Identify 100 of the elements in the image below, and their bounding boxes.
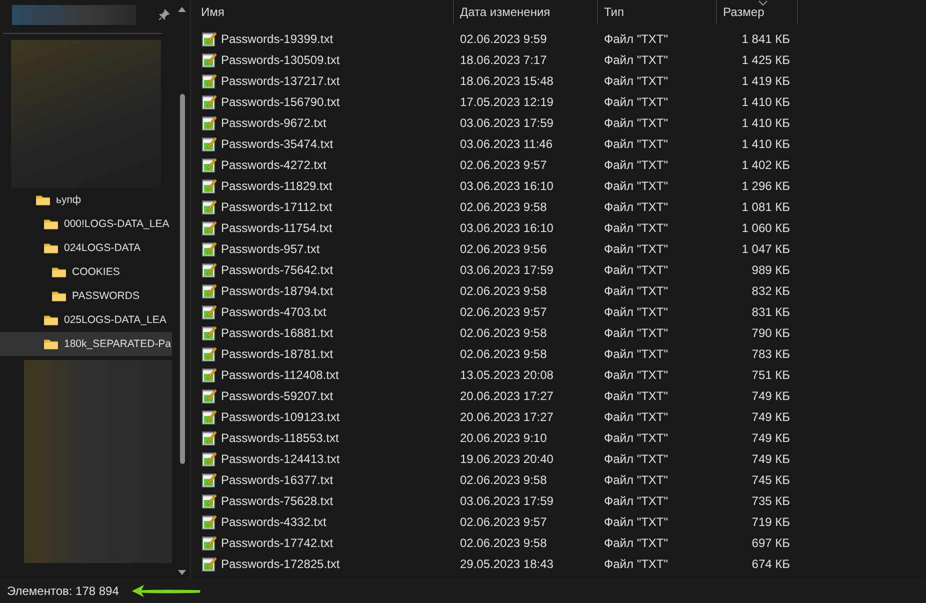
- size-cell-text: 749 КБ: [750, 452, 791, 466]
- notepad-icon: [201, 492, 217, 508]
- file-row[interactable]: Passwords-124413.txt 19.06.2023 20:40 Файл "TXT" 749 КБ: [199, 448, 926, 469]
- scroll-up-icon[interactable]: [178, 6, 186, 12]
- notepad-icon: [201, 388, 217, 404]
- date-cell-text: 03.06.2023 17:59: [459, 116, 554, 130]
- folder-tree-item[interactable]: 024LOGS-DATA: [0, 236, 172, 260]
- notepad-icon: [201, 282, 217, 298]
- folder-tree-item[interactable]: PASSWORDS: [0, 284, 172, 308]
- folder-icon: [43, 314, 59, 326]
- folder-tree-item[interactable]: COOKIES: [0, 260, 172, 284]
- file-row[interactable]: Passwords-4332.txt 02.06.2023 9:57 Файл "TXT" 719 КБ: [199, 511, 926, 532]
- notepad-icon: [201, 72, 217, 88]
- file-name: Passwords-75628.txt: [221, 494, 334, 508]
- file-row[interactable]: Passwords-16377.txt 02.06.2023 9:58 Файл "TXT" 745 КБ: [199, 469, 926, 490]
- file-row[interactable]: Passwords-18794.txt 02.06.2023 9:58 Файл "TXT" 832 КБ: [199, 280, 926, 301]
- size-cell-text: 989 КБ: [750, 262, 791, 276]
- column-header[interactable]: Размер: [717, 0, 798, 24]
- notepad-icon: [201, 534, 217, 550]
- type-cell-text: Файл "TXT": [603, 346, 670, 360]
- type-cell-text: Файл "TXT": [603, 494, 670, 508]
- file-row[interactable]: Passwords-172825.txt 29.05.2023 18:43 Файл "TXT" 674 КБ: [199, 553, 926, 574]
- scrollbar[interactable]: [178, 6, 186, 576]
- folder-tree-item[interactable]: 025LOGS-DATA_LEA: [0, 308, 172, 332]
- file-row[interactable]: Passwords-11754.txt 03.06.2023 16:10 Файл "TXT" 1 060 КБ: [199, 217, 926, 238]
- file-row[interactable]: Passwords-9672.txt 03.06.2023 17:59 Файл "TXT" 1 410 КБ: [199, 112, 926, 133]
- item-count: Элементов: 178 894: [7, 584, 119, 598]
- notepad-icon: [201, 52, 217, 68]
- column-header[interactable]: Дата изменения: [454, 0, 598, 24]
- type-cell-text: Файл "TXT": [603, 514, 670, 528]
- size-cell-text: 745 КБ: [750, 472, 791, 486]
- file-name: Passwords-75642.txt: [221, 262, 334, 276]
- column-header[interactable]: Имя: [199, 0, 454, 24]
- file-name: Passwords-172825.txt: [221, 556, 340, 570]
- date-cell-text: 02.06.2023 9:57: [459, 514, 548, 528]
- type-cell-text: Файл "TXT": [603, 74, 670, 88]
- scroll-down-icon[interactable]: [178, 570, 186, 576]
- folder-tree-item[interactable]: ьупф: [0, 188, 172, 212]
- file-row[interactable]: Passwords-75642.txt 03.06.2023 17:59 Файл "TXT" 989 КБ: [199, 259, 926, 280]
- file-name: Passwords-4332.txt: [221, 514, 326, 528]
- file-row[interactable]: Passwords-4272.txt 02.06.2023 9:57 Файл "TXT" 1 402 КБ: [199, 154, 926, 175]
- file-row[interactable]: Passwords-118553.txt 20.06.2023 9:10 Файл "TXT" 749 КБ: [199, 427, 926, 448]
- file-row[interactable]: Passwords-109123.txt 20.06.2023 17:27 Файл "TXT" 749 КБ: [199, 406, 926, 427]
- type-cell-text: Файл "TXT": [603, 158, 670, 172]
- notepad-icon: [201, 408, 217, 424]
- type-cell-text: Файл "TXT": [603, 262, 670, 276]
- file-row[interactable]: Passwords-17742.txt 02.06.2023 9:58 Файл "TXT" 697 КБ: [199, 532, 926, 553]
- notepad-icon: [201, 430, 217, 446]
- notepad-icon: [201, 240, 217, 256]
- date-cell-text: 02.06.2023 9:56: [459, 242, 548, 256]
- date-cell-text: 02.06.2023 9:58: [459, 536, 548, 550]
- size-cell-text: 1 410 КБ: [740, 136, 791, 150]
- type-cell-text: Файл "TXT": [603, 242, 670, 256]
- file-row[interactable]: Passwords-112408.txt 13.05.2023 20:08 Файл "TXT" 751 КБ: [199, 364, 926, 385]
- type-cell-text: Файл "TXT": [603, 220, 670, 234]
- size-cell-text: 751 КБ: [750, 368, 791, 382]
- file-row[interactable]: Passwords-75628.txt 03.06.2023 17:59 Файл "TXT" 735 КБ: [199, 490, 926, 511]
- file-row[interactable]: Passwords-156790.txt 17.05.2023 12:19 Файл "TXT" 1 410 КБ: [199, 91, 926, 112]
- file-row[interactable]: Passwords-59207.txt 20.06.2023 17:27 Файл "TXT" 749 КБ: [199, 385, 926, 406]
- file-row[interactable]: Passwords-11829.txt 03.06.2023 16:10 Файл "TXT" 1 296 КБ: [199, 175, 926, 196]
- type-cell-text: Файл "TXT": [603, 136, 670, 150]
- type-cell-text: Файл "TXT": [603, 116, 670, 130]
- size-cell-text: 749 КБ: [750, 410, 791, 424]
- size-cell-text: 1 410 КБ: [740, 116, 791, 130]
- notepad-icon: [201, 556, 217, 572]
- type-cell-text: Файл "TXT": [603, 304, 670, 318]
- file-row[interactable]: Passwords-35474.txt 03.06.2023 11:46 Файл "TXT" 1 410 КБ: [199, 133, 926, 154]
- size-cell-text: 831 КБ: [750, 304, 791, 318]
- file-name: Passwords-59207.txt: [221, 388, 334, 402]
- size-cell-text: 749 КБ: [750, 430, 791, 444]
- size-cell-text: 1 419 КБ: [740, 74, 791, 88]
- file-row[interactable]: Passwords-16881.txt 02.06.2023 9:58 Файл "TXT" 790 КБ: [199, 322, 926, 343]
- file-name: Passwords-4272.txt: [221, 158, 326, 172]
- notepad-icon: [201, 136, 217, 152]
- date-cell-text: 02.06.2023 9:58: [459, 200, 548, 214]
- notepad-icon: [201, 220, 217, 236]
- notepad-icon: [201, 198, 217, 214]
- folder-tree-item[interactable]: 180k_SEPARATED-Pa: [0, 332, 172, 356]
- size-cell-text: 749 КБ: [750, 388, 791, 402]
- file-row[interactable]: Passwords-17112.txt 02.06.2023 9:58 Файл "TXT" 1 081 КБ: [199, 196, 926, 217]
- notepad-icon: [201, 366, 217, 382]
- file-row[interactable]: Passwords-137217.txt 18.06.2023 15:48 Файл "TXT" 1 419 КБ: [199, 70, 926, 91]
- type-cell-text: Файл "TXT": [603, 536, 670, 550]
- size-cell-text: 735 КБ: [750, 494, 791, 508]
- column-header[interactable]: Тип: [598, 0, 717, 24]
- date-cell-text: 20.06.2023 17:27: [459, 388, 554, 402]
- size-cell-text: 1 410 КБ: [740, 94, 791, 108]
- type-cell-text: Файл "TXT": [603, 410, 670, 424]
- notepad-icon: [201, 94, 217, 110]
- file-row[interactable]: Passwords-957.txt 02.06.2023 9:56 Файл "TXT" 1 047 КБ: [199, 238, 926, 259]
- file-row[interactable]: Passwords-130509.txt 18.06.2023 7:17 Файл "TXT" 1 425 КБ: [199, 49, 926, 70]
- type-cell-text: Файл "TXT": [603, 200, 670, 214]
- file-name: Passwords-109123.txt: [221, 410, 340, 424]
- file-row[interactable]: Passwords-19399.txt 02.06.2023 9:59 Файл "TXT" 1 841 КБ: [199, 28, 926, 49]
- date-cell-text: 03.06.2023 17:59: [459, 262, 554, 276]
- file-row[interactable]: Passwords-4703.txt 02.06.2023 9:57 Файл "TXT" 831 КБ: [199, 301, 926, 322]
- file-row[interactable]: Passwords-18781.txt 02.06.2023 9:58 Файл "TXT" 783 КБ: [199, 343, 926, 364]
- size-cell-text: 790 КБ: [750, 326, 791, 340]
- pin-icon[interactable]: [158, 9, 170, 21]
- folder-tree-item[interactable]: 000!LOGS-DATA_LEA: [0, 212, 172, 236]
